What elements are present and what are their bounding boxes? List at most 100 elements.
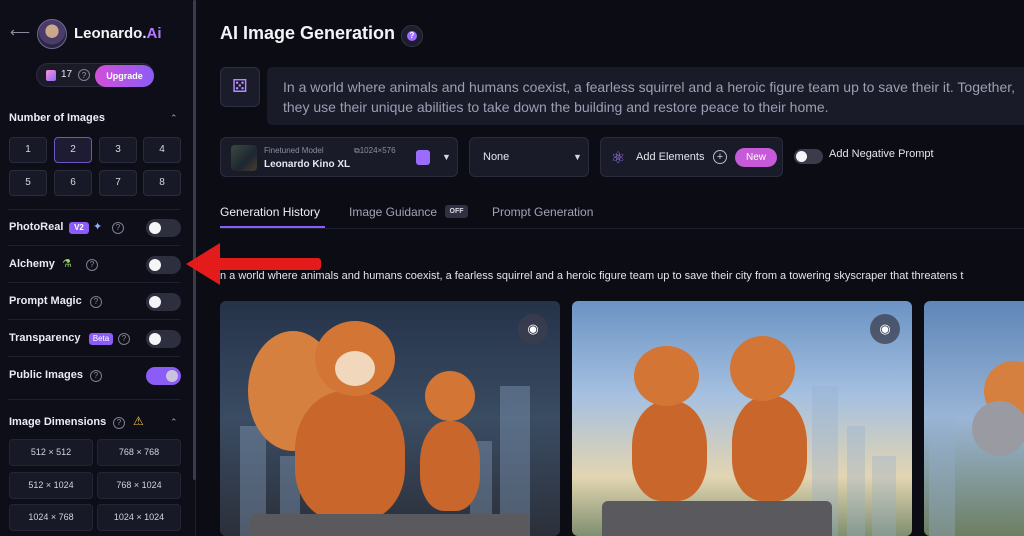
back-arrow-icon[interactable]: ⟵ [10, 24, 30, 40]
prompt-input[interactable]: In a world where animals and humans coex… [267, 67, 1024, 125]
alchemy-help-icon[interactable]: ? [86, 259, 98, 271]
annotation-arrow [212, 258, 321, 270]
image-count-3[interactable]: 3 [99, 137, 137, 163]
tab-divider [220, 228, 1024, 229]
style-select-value: None [483, 151, 510, 163]
eye-icon[interactable]: ◉ [518, 314, 548, 344]
dimension-option[interactable]: 512 × 1024 [9, 472, 93, 499]
transparency-help-icon[interactable]: ? [118, 333, 130, 345]
public-images-label: Public Images [9, 369, 83, 381]
model-preset-icon[interactable] [416, 150, 430, 165]
sidebar-scrollbar[interactable] [193, 0, 196, 480]
model-name: Leonardo Kino XL [264, 159, 351, 170]
rock-platform [250, 514, 530, 536]
model-selector[interactable]: Finetuned Model ⧉1024×576 Leonardo Kino … [220, 137, 458, 177]
potion-icon: ⚗ [62, 258, 72, 270]
negative-prompt-toggle[interactable] [794, 149, 823, 164]
token-balance: 17 ? Upgrade [36, 63, 154, 87]
divider [8, 282, 180, 283]
history-prompt: n a world where animals and humans coexi… [220, 270, 964, 282]
upgrade-button[interactable]: Upgrade [95, 65, 154, 87]
chevron-up-icon[interactable]: ⌃ [170, 113, 178, 124]
divider [8, 356, 180, 357]
v2-badge: V2 [69, 222, 89, 234]
negative-prompt-label: Add Negative Prompt [829, 148, 934, 160]
image-count-7[interactable]: 7 [99, 170, 137, 196]
prompt-magic-toggle[interactable] [146, 293, 181, 311]
question-icon: ? [407, 31, 417, 41]
divider [8, 399, 180, 400]
generated-image[interactable]: ◉ [572, 301, 912, 536]
image-count-5[interactable]: 5 [9, 170, 47, 196]
image-count-1[interactable]: 1 [9, 137, 47, 163]
generated-image[interactable] [924, 301, 1024, 536]
dimension-option[interactable]: 768 × 768 [97, 439, 181, 466]
token-count: 17 [61, 69, 73, 80]
dimension-option[interactable]: 1024 × 1024 [97, 504, 181, 531]
annotation-arrow-head [186, 243, 220, 285]
brand-name: Leonardo.Ai [74, 25, 162, 42]
prompt-magic-help-icon[interactable]: ? [90, 296, 102, 308]
image-count-8[interactable]: 8 [143, 170, 181, 196]
toggle-knob [166, 370, 178, 382]
squirrel-head [730, 336, 795, 401]
beta-badge: Beta [89, 333, 113, 345]
photoreal-label: PhotoReal [9, 221, 64, 233]
chevron-up-icon[interactable]: ⌃ [170, 417, 178, 428]
off-badge: OFF [445, 205, 468, 218]
random-prompt-button[interactable]: ⚄ [220, 67, 260, 107]
image-count-4[interactable]: 4 [143, 137, 181, 163]
tab-image-guidance[interactable]: Image Guidance [349, 205, 437, 219]
caret-down-icon: ▼ [573, 152, 582, 162]
divider [8, 245, 180, 246]
eye-icon[interactable]: ◉ [870, 314, 900, 344]
model-resolution: ⧉1024×576 [354, 146, 396, 155]
token-icon [46, 70, 56, 81]
skyscraper [929, 416, 955, 536]
dimension-option[interactable]: 1024 × 768 [9, 504, 93, 531]
squirrel [295, 391, 405, 521]
model-thumbnail [231, 145, 257, 171]
tab-generation-history[interactable]: Generation History [220, 205, 320, 219]
photoreal-help-icon[interactable]: ? [112, 222, 124, 234]
active-tab-indicator [220, 226, 325, 228]
dimensions-help-icon[interactable]: ? [113, 417, 125, 429]
photoreal-toggle[interactable] [146, 219, 181, 237]
brand-suffix: Ai [146, 25, 162, 42]
toggle-knob [149, 296, 161, 308]
model-sublabel: Finetuned Model [264, 146, 324, 155]
image-dimensions-title: Image Dimensions [9, 416, 107, 428]
style-select[interactable]: None ▼ [469, 137, 589, 177]
model-resolution-text: 1024×576 [359, 146, 396, 155]
squirrel [732, 396, 807, 501]
add-elements-button[interactable]: ⚛ Add Elements + New [600, 137, 783, 177]
skyscraper [872, 456, 896, 536]
generated-image[interactable]: ◉ [220, 301, 560, 536]
image-count-6[interactable]: 6 [54, 170, 92, 196]
number-of-images-title: Number of Images [9, 112, 105, 124]
public-images-toggle[interactable] [146, 367, 181, 385]
public-images-help-icon[interactable]: ? [90, 370, 102, 382]
squirrel-face [335, 351, 375, 386]
image-count-2[interactable]: 2 [54, 137, 92, 163]
tab-prompt-generation[interactable]: Prompt Generation [492, 205, 593, 219]
skyscraper [847, 426, 865, 536]
alchemy-toggle[interactable] [146, 256, 181, 274]
dice-icon: ⚄ [232, 76, 248, 96]
token-help-icon[interactable]: ? [78, 69, 90, 81]
prompt-magic-label: Prompt Magic [9, 295, 82, 307]
divider [8, 209, 180, 210]
dimension-option[interactable]: 512 × 512 [9, 439, 93, 466]
caret-down-icon[interactable]: ▼ [442, 152, 451, 162]
toggle-knob [149, 333, 161, 345]
title-help-button[interactable]: ? [401, 25, 423, 47]
squirrel-head [634, 346, 699, 406]
squirrel [632, 401, 707, 501]
dimension-option[interactable]: 768 × 1024 [97, 472, 181, 499]
alchemy-label: Alchemy [9, 258, 55, 270]
small-squirrel [420, 421, 480, 511]
transparency-toggle[interactable] [146, 330, 181, 348]
toggle-knob [796, 151, 807, 162]
rock-platform [602, 501, 832, 536]
transparency-label: Transparency [9, 332, 81, 344]
